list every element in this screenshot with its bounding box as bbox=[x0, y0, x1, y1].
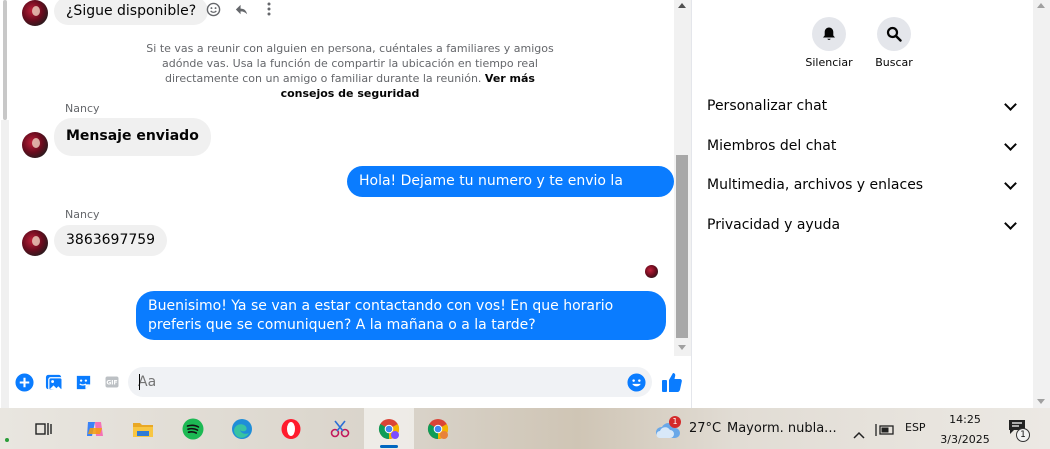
weather-widget[interactable]: 1 bbox=[655, 416, 681, 444]
chat-scrollbar[interactable] bbox=[674, 0, 691, 356]
search-button[interactable]: Buscar bbox=[864, 17, 924, 69]
chevron-down-icon bbox=[1004, 97, 1017, 111]
scroll-down-icon[interactable] bbox=[1037, 399, 1045, 404]
spotify-icon[interactable] bbox=[178, 414, 208, 444]
scroll-up-icon[interactable] bbox=[678, 3, 686, 8]
chat-info-panel: Silenciar Buscar Personalizar chat Miemb… bbox=[692, 0, 1033, 408]
message-text: Hola! Dejame tu numero y te envio la inf… bbox=[359, 173, 623, 220]
message-text: Mensaje enviado bbox=[66, 128, 199, 144]
messenger-window: ¿Sigue disponible? Si te vas a reunir co… bbox=[0, 0, 1050, 449]
search-circle bbox=[877, 17, 911, 51]
message-actions bbox=[205, 1, 277, 17]
message-input-wrapper bbox=[128, 367, 652, 397]
bell-icon bbox=[823, 27, 835, 41]
section-label: Privacidad y ayuda bbox=[707, 217, 841, 233]
chat-thread: ¿Sigue disponible? Si te vas a reunir co… bbox=[10, 0, 674, 408]
snipping-tool-icon[interactable] bbox=[325, 414, 355, 444]
message-bubble-incoming[interactable]: Mensaje enviado bbox=[54, 118, 211, 156]
more-options-icon[interactable] bbox=[261, 1, 277, 17]
mute-label: Silenciar bbox=[805, 56, 853, 69]
message-text: 3863697759 bbox=[66, 232, 156, 248]
copilot-icon[interactable] bbox=[80, 414, 110, 444]
left-edge-fill bbox=[1, 120, 9, 408]
chevron-down-icon bbox=[1004, 137, 1017, 151]
message-bubble-outgoing[interactable]: Buenisimo! Ya se van a estar contactando… bbox=[136, 291, 666, 340]
sender-name: Nancy bbox=[65, 208, 100, 221]
mute-circle bbox=[812, 17, 846, 51]
gif-icon[interactable]: GIF bbox=[102, 372, 122, 392]
weather-description[interactable]: Mayorm. nubla... bbox=[727, 421, 837, 436]
message-input[interactable] bbox=[138, 367, 618, 397]
text-caret bbox=[139, 374, 140, 390]
reply-icon[interactable] bbox=[233, 1, 249, 17]
scroll-up-icon[interactable] bbox=[1037, 3, 1045, 8]
message-bubble-incoming[interactable]: ¿Sigue disponible? bbox=[54, 0, 209, 25]
panel-scrollbar[interactable] bbox=[1033, 0, 1050, 408]
clock-time: 14:25 bbox=[949, 413, 981, 426]
message-composer: GIF bbox=[10, 356, 691, 408]
section-label: Personalizar chat bbox=[707, 98, 828, 114]
safety-notice: Si te vas a reunir con alguien en person… bbox=[140, 41, 560, 101]
message-text: Buenisimo! Ya se van a estar contactando… bbox=[148, 298, 614, 333]
language-indicator[interactable]: ESP bbox=[905, 421, 926, 434]
scroll-thumb[interactable] bbox=[676, 155, 688, 338]
search-icon bbox=[886, 26, 902, 42]
chrome-profile-icon[interactable] bbox=[374, 414, 404, 444]
section-label: Miembros del chat bbox=[707, 138, 837, 154]
chevron-down-icon bbox=[1004, 216, 1017, 230]
clock-date: 3/3/2025 bbox=[940, 433, 990, 446]
scroll-down-icon[interactable] bbox=[678, 345, 686, 350]
sender-name: Nancy bbox=[65, 102, 100, 115]
temperature[interactable]: 27°C bbox=[689, 421, 721, 436]
mute-button[interactable]: Silenciar bbox=[799, 17, 859, 69]
contact-avatar[interactable] bbox=[22, 230, 48, 256]
windows-taskbar: 1 27°C Mayorm. nubla... ESP 14:25 3/3/20… bbox=[0, 408, 1050, 449]
left-edge bbox=[0, 0, 10, 408]
section-chat-members[interactable]: Miembros del chat bbox=[707, 132, 1019, 160]
add-plus-icon[interactable] bbox=[14, 372, 34, 392]
notification-center-icon[interactable]: 1 bbox=[1008, 419, 1030, 442]
task-view-icon[interactable] bbox=[29, 414, 59, 444]
section-privacy-help[interactable]: Privacidad y ayuda bbox=[707, 211, 1019, 239]
search-label: Buscar bbox=[875, 56, 913, 69]
photo-gallery-icon[interactable] bbox=[44, 372, 64, 392]
message-text: ¿Sigue disponible? bbox=[66, 3, 197, 19]
emoji-icon[interactable] bbox=[626, 372, 646, 392]
sticker-icon[interactable] bbox=[73, 372, 93, 392]
message-bubble-outgoing[interactable]: Hola! Dejame tu numero y te envio la inf… bbox=[347, 166, 674, 220]
chevron-down-icon bbox=[1004, 176, 1017, 190]
svg-text:GIF: GIF bbox=[106, 380, 117, 387]
opera-browser-icon[interactable] bbox=[276, 414, 306, 444]
section-media-files-links[interactable]: Multimedia, archivos y enlaces bbox=[707, 171, 1019, 199]
read-receipt-avatar bbox=[645, 265, 658, 278]
show-hidden-icons-icon[interactable] bbox=[853, 424, 865, 443]
network-battery-icon[interactable] bbox=[875, 422, 895, 441]
left-scroll-indicator bbox=[3, 0, 7, 120]
react-emoji-icon[interactable] bbox=[205, 1, 221, 17]
section-personalize-chat[interactable]: Personalizar chat bbox=[707, 92, 1019, 120]
chrome-browser-icon[interactable] bbox=[423, 414, 453, 444]
contact-avatar[interactable] bbox=[22, 0, 48, 26]
status-dot bbox=[5, 438, 9, 442]
like-thumb-icon[interactable] bbox=[660, 370, 684, 394]
notification-count-badge: 1 bbox=[1016, 428, 1030, 442]
system-clock[interactable]: 14:25 3/3/2025 bbox=[930, 412, 1000, 448]
weather-alert-badge: 1 bbox=[669, 416, 681, 428]
section-label: Multimedia, archivos y enlaces bbox=[707, 177, 924, 193]
message-bubble-incoming[interactable]: 3863697759 bbox=[54, 225, 168, 256]
file-explorer-icon[interactable] bbox=[128, 414, 158, 444]
contact-avatar[interactable] bbox=[22, 132, 48, 158]
edge-browser-icon[interactable] bbox=[227, 414, 257, 444]
